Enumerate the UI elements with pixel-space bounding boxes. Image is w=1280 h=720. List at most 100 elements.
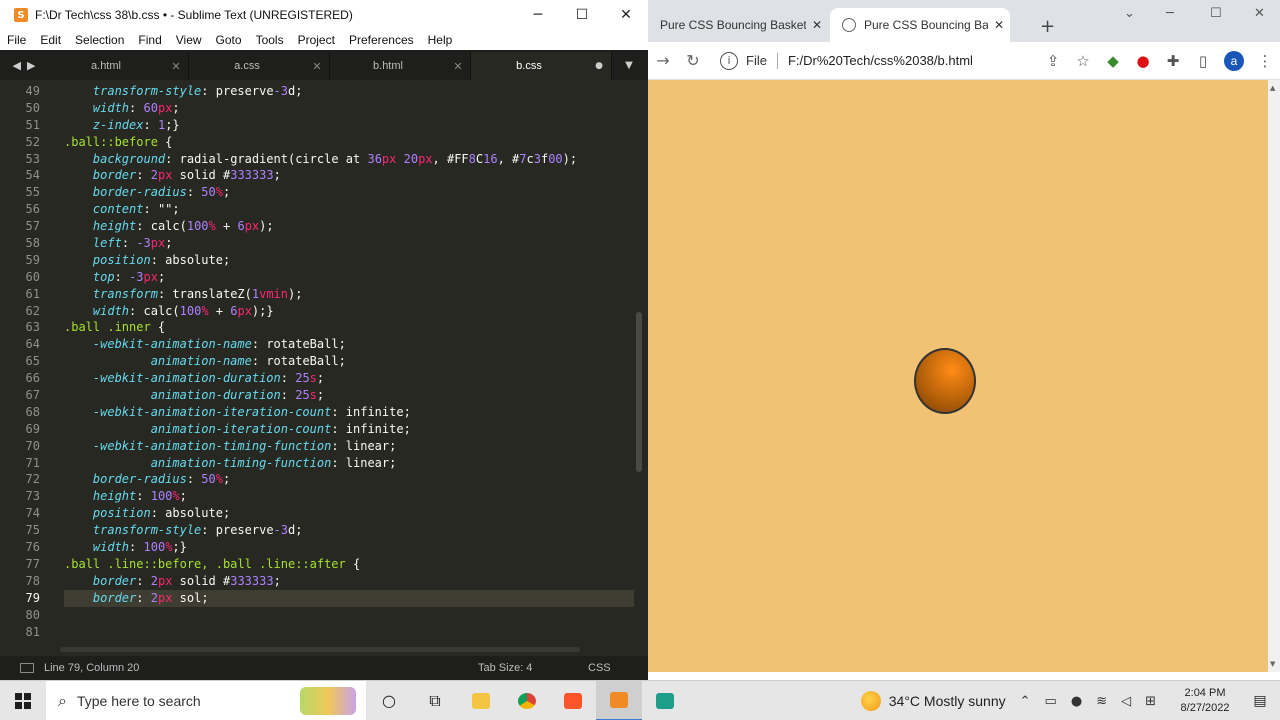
- code-line[interactable]: top: -3px;: [64, 269, 634, 286]
- extension-icon[interactable]: ◆: [1098, 52, 1128, 70]
- page-scrollbar[interactable]: ▲ ▼: [1268, 80, 1280, 672]
- speaker-icon[interactable]: ◁: [1121, 694, 1131, 709]
- tab-close-icon[interactable]: ✕: [806, 18, 828, 32]
- code-line[interactable]: border: 2px solid #333333;: [64, 167, 634, 184]
- weather-text[interactable]: 34°C Mostly sunny: [889, 693, 1006, 709]
- notification-icon[interactable]: ▤: [1240, 693, 1280, 709]
- extension-icon[interactable]: ●: [1128, 52, 1158, 70]
- arrow-right-icon[interactable]: ▶: [27, 59, 35, 72]
- share-icon[interactable]: ⇪: [1038, 52, 1068, 70]
- code-line[interactable]: [64, 624, 634, 641]
- code-line[interactable]: -webkit-animation-duration: 25s;: [64, 370, 634, 387]
- code-editor[interactable]: 49 50 51 52 53 54 55 56 57 58 59 60 61 62 63 64 65 66 67 68…: [0, 80, 648, 656]
- cursor-position[interactable]: Line 79, Column 20: [44, 662, 478, 674]
- code-line[interactable]: transform-style: preserve-3d;: [64, 83, 634, 100]
- address-bar[interactable]: F:/Dr%20Tech/css%2038/b.html: [788, 53, 1038, 68]
- reload-icon[interactable]: ↻: [678, 51, 708, 70]
- bookmark-star-icon[interactable]: ☆: [1068, 52, 1098, 70]
- code-line[interactable]: animation-iteration-count: infinite;: [64, 421, 634, 438]
- file-explorer-icon[interactable]: [458, 681, 504, 720]
- arrow-left-icon[interactable]: ◀: [13, 59, 21, 72]
- code-line[interactable]: content: "";: [64, 201, 634, 218]
- maximize-icon[interactable]: ☐: [560, 0, 604, 30]
- tab-close-icon[interactable]: ✕: [164, 60, 188, 73]
- code-line[interactable]: animation-timing-function: linear;: [64, 455, 634, 472]
- side-panel-icon[interactable]: ▯: [1188, 52, 1218, 70]
- code-line[interactable]: width: calc(100% + 6px);}: [64, 303, 634, 320]
- minimize-icon[interactable]: ─: [1166, 6, 1174, 21]
- language-icon[interactable]: ⊞: [1145, 694, 1156, 709]
- browser-tab[interactable]: Pure CSS Bouncing Basketb ✕: [648, 8, 828, 42]
- editor-tab-a-html[interactable]: a.html ✕: [48, 52, 189, 80]
- menu-item-find[interactable]: Find: [131, 33, 168, 47]
- modified-dot-icon[interactable]: ●: [587, 61, 611, 71]
- sublime-taskbar-icon[interactable]: [596, 680, 642, 720]
- code-line[interactable]: background: radial-gradient(circle at 36…: [64, 151, 634, 168]
- menu-item-goto[interactable]: Goto: [209, 33, 249, 47]
- menu-item-preferences[interactable]: Preferences: [342, 33, 421, 47]
- code-line[interactable]: -webkit-animation-timing-function: linea…: [64, 438, 634, 455]
- clock[interactable]: 2:04 PM 8/27/2022: [1170, 686, 1240, 716]
- code-line[interactable]: .ball .inner {: [64, 319, 634, 336]
- code-line[interactable]: left: -3px;: [64, 235, 634, 252]
- scroll-up-icon[interactable]: ▲: [1270, 84, 1275, 92]
- info-icon[interactable]: i: [720, 51, 738, 70]
- close-icon[interactable]: ✕: [1254, 6, 1265, 21]
- puzzle-extensions-icon[interactable]: ✚: [1158, 52, 1188, 70]
- code-line[interactable]: position: absolute;: [64, 505, 634, 522]
- menu-item-selection[interactable]: Selection: [68, 33, 131, 47]
- wifi-icon[interactable]: ≋: [1096, 694, 1107, 709]
- close-icon[interactable]: ✕: [604, 0, 648, 30]
- editor-horizontal-scrollbar[interactable]: [60, 647, 580, 652]
- editor-tab-b-css[interactable]: b.css ●: [471, 52, 612, 80]
- code-line[interactable]: transform: translateZ(1vmin);: [64, 286, 634, 303]
- tab-search-icon[interactable]: ⌄: [1124, 6, 1135, 21]
- panel-toggle-icon[interactable]: [20, 663, 34, 673]
- code-line[interactable]: border-radius: 50%;: [64, 471, 634, 488]
- code-line[interactable]: height: calc(100% + 6px);: [64, 218, 634, 235]
- menu-item-project[interactable]: Project: [291, 33, 342, 47]
- code-line[interactable]: -webkit-animation-name: rotateBall;: [64, 336, 634, 353]
- menu-item-help[interactable]: Help: [421, 33, 460, 47]
- tab-close-icon[interactable]: ✕: [305, 60, 329, 73]
- cortana-icon[interactable]: ○: [366, 681, 412, 720]
- tab-close-icon[interactable]: ✕: [988, 18, 1010, 32]
- microphone-icon[interactable]: ●: [1071, 694, 1082, 709]
- code-line[interactable]: .ball .line::before, .ball .line::after …: [64, 556, 634, 573]
- code-line[interactable]: border-radius: 50%;: [64, 184, 634, 201]
- new-tab-icon[interactable]: +: [1040, 16, 1055, 37]
- menu-item-file[interactable]: File: [0, 33, 33, 47]
- code-line[interactable]: -webkit-animation-iteration-count: infin…: [64, 404, 634, 421]
- code-line[interactable]: border: 2px sol;: [64, 589, 634, 607]
- menu-item-view[interactable]: View: [169, 33, 209, 47]
- tab-size[interactable]: Tab Size: 4: [478, 662, 588, 674]
- chrome-icon[interactable]: [504, 681, 550, 720]
- editor-tab-b-html[interactable]: b.html ✕: [330, 52, 471, 80]
- code-line[interactable]: animation-name: rotateBall;: [64, 353, 634, 370]
- code-line[interactable]: transform-style: preserve-3d;: [64, 522, 634, 539]
- maximize-icon[interactable]: ☐: [1210, 6, 1222, 21]
- code-area[interactable]: transform-style: preserve-3d; width: 60p…: [64, 83, 634, 640]
- browser-tab-active[interactable]: Pure CSS Bouncing Basketb ✕: [830, 8, 1010, 42]
- code-line[interactable]: width: 60px;: [64, 100, 634, 117]
- forward-icon[interactable]: →: [648, 51, 678, 70]
- start-button[interactable]: [0, 692, 46, 709]
- code-line[interactable]: width: 100%;}: [64, 539, 634, 556]
- tab-dropdown-icon[interactable]: ▼: [612, 50, 646, 80]
- menu-kebab-icon[interactable]: ⋮: [1250, 52, 1280, 70]
- code-line[interactable]: [64, 607, 634, 624]
- minimize-icon[interactable]: ─: [516, 0, 560, 30]
- syntax-mode[interactable]: CSS: [588, 662, 648, 674]
- code-line[interactable]: border: 2px solid #333333;: [64, 573, 634, 590]
- tab-scroll-arrows[interactable]: ◀ ▶: [0, 50, 48, 80]
- tray-overflow-icon[interactable]: ⌃: [1020, 694, 1031, 709]
- display-icon[interactable]: ▭: [1045, 694, 1057, 709]
- taskbar-search[interactable]: ⌕ Type here to search: [46, 680, 366, 720]
- vscode-icon[interactable]: [642, 681, 688, 720]
- avatar[interactable]: a: [1224, 50, 1244, 71]
- code-line[interactable]: position: absolute;: [64, 252, 634, 269]
- scrollbar-thumb[interactable]: [636, 312, 642, 472]
- menu-item-edit[interactable]: Edit: [33, 33, 68, 47]
- brave-icon[interactable]: [550, 681, 596, 720]
- task-view-icon[interactable]: ⧉: [412, 681, 458, 720]
